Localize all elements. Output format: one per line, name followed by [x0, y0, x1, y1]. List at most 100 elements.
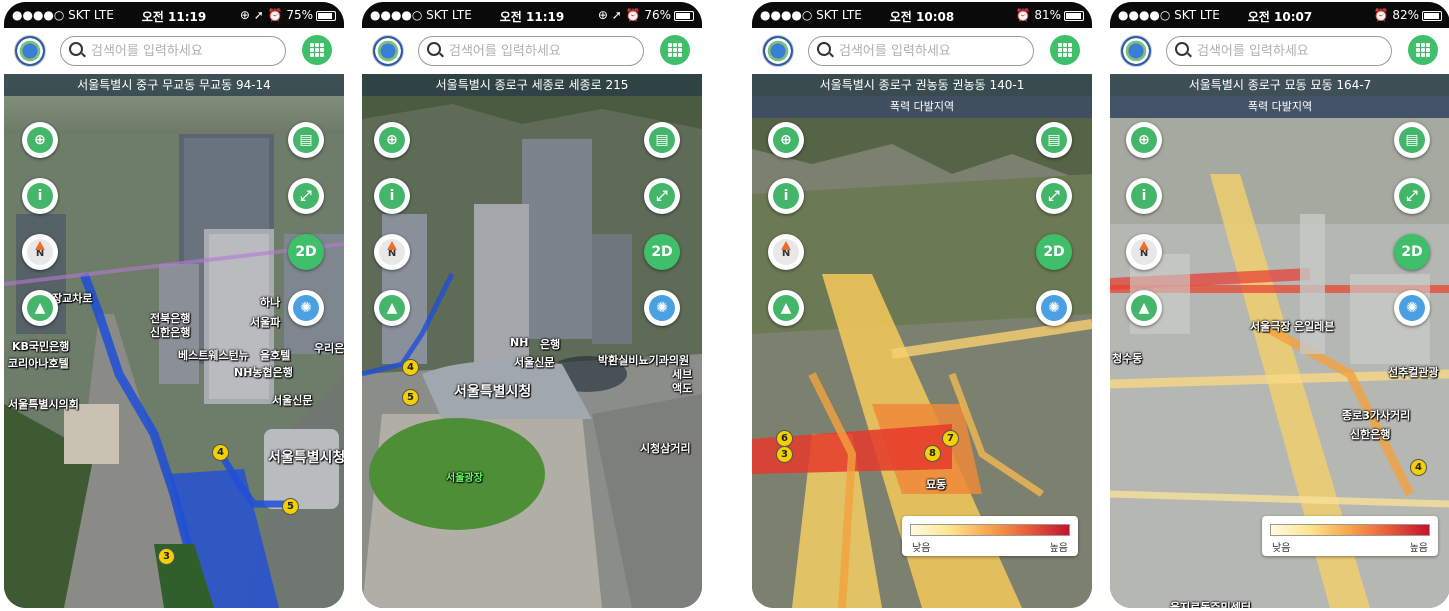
app-logo-icon[interactable]: [14, 35, 46, 67]
location-target-icon: ⊕: [773, 127, 799, 153]
battery-icon: [1422, 10, 1442, 21]
fullscreen-button[interactable]: ⤢: [644, 178, 680, 214]
search-box[interactable]: [60, 36, 286, 66]
grid-menu-icon[interactable]: [1408, 35, 1438, 65]
location-target-button[interactable]: ⊕: [374, 122, 410, 158]
shield-info-button[interactable]: i: [374, 178, 410, 214]
phone-screen-1: 장교차로 전북은행 신한은행 KB국민은행 코리아나호텔 하나 서울파 베스트웨…: [4, 2, 344, 608]
location-target-button[interactable]: ⊕: [768, 122, 804, 158]
status-icons: ⏰ 82%: [1374, 8, 1442, 22]
app-logo-icon[interactable]: [372, 35, 404, 67]
layers-button[interactable]: ▤: [288, 122, 324, 158]
compass-icon: N: [27, 239, 53, 265]
location-target-button[interactable]: ⊕: [22, 122, 58, 158]
legend-gradient: [1270, 524, 1430, 536]
subway-exit-marker[interactable]: 6: [776, 430, 793, 447]
legend-high-label: 높음: [1409, 543, 1428, 554]
search-box[interactable]: [808, 36, 1034, 66]
shield-info-button[interactable]: i: [22, 178, 58, 214]
fullscreen-button[interactable]: ⤢: [1036, 178, 1072, 214]
shield-info-button[interactable]: i: [768, 178, 804, 214]
shield-info-button[interactable]: i: [1126, 178, 1162, 214]
map-label: NH농협은행: [234, 366, 293, 379]
hiking-button[interactable]: ▲: [1126, 290, 1162, 326]
grid-menu-icon[interactable]: [660, 35, 690, 65]
grid-menu-icon[interactable]: [302, 35, 332, 65]
layers-button[interactable]: ▤: [644, 122, 680, 158]
subway-exit-marker[interactable]: 7: [942, 430, 959, 447]
search-box[interactable]: [1166, 36, 1392, 66]
toggle-2d-button[interactable]: 2D: [644, 234, 680, 270]
siren-button[interactable]: ✺: [644, 290, 680, 326]
siren-button[interactable]: ✺: [1394, 290, 1430, 326]
search-icon: [1175, 42, 1189, 56]
hiking-icon: ▲: [379, 295, 405, 321]
layers-button[interactable]: ▤: [1036, 122, 1072, 158]
search-bar: [1110, 28, 1449, 74]
phone-screen-2: NH 은행 서울신문 박환실비뇨기과의원 세브 액도 서울특별시청 시청삼거리 …: [362, 2, 702, 608]
grid-menu-icon[interactable]: [1050, 35, 1080, 65]
hiking-button[interactable]: ▲: [374, 290, 410, 326]
search-input[interactable]: [1195, 40, 1379, 62]
legend-low-label: 낮음: [1272, 543, 1291, 554]
map-label: 묘동: [926, 478, 947, 491]
status-bar: ●●●●○ SKT LTE 오전 10:08 ⏰ 81%: [752, 2, 1092, 28]
toggle-2d-button[interactable]: 2D: [1394, 234, 1430, 270]
app-logo-icon[interactable]: [762, 35, 794, 67]
map-label: KB국민은행: [12, 340, 70, 353]
location-target-button[interactable]: ⊕: [1126, 122, 1162, 158]
compass-button[interactable]: N: [768, 234, 804, 270]
map-label: NH: [510, 336, 529, 349]
app-logo-icon[interactable]: [1120, 35, 1152, 67]
layers-icon: ▤: [649, 127, 675, 153]
subway-exit-marker[interactable]: 3: [158, 548, 175, 565]
subway-exit-marker[interactable]: 4: [402, 359, 419, 376]
shield-info-icon: i: [773, 183, 799, 209]
battery-icon: [674, 10, 694, 21]
status-bar: ●●●●○ SKT LTE 오전 11:19 ⊕ ➚ ⏰ 76%: [362, 2, 702, 28]
search-input[interactable]: [89, 40, 273, 62]
siren-button[interactable]: ✺: [288, 290, 324, 326]
map-label: 은일레븐: [1294, 320, 1335, 333]
legend-low-label: 낮음: [912, 543, 931, 554]
fullscreen-button[interactable]: ⤢: [288, 178, 324, 214]
toggle-2d-button[interactable]: 2D: [1036, 234, 1072, 270]
address-bar: 서울특별시 종로구 묘동 묘동 164-7: [1110, 74, 1449, 96]
siren-button[interactable]: ✺: [1036, 290, 1072, 326]
compass-button[interactable]: N: [374, 234, 410, 270]
compass-button[interactable]: N: [1126, 234, 1162, 270]
map-label: 액도: [672, 382, 693, 395]
subway-exit-marker[interactable]: 4: [212, 444, 229, 461]
fullscreen-button[interactable]: ⤢: [1394, 178, 1430, 214]
search-input[interactable]: [447, 40, 631, 62]
hiking-button[interactable]: ▲: [22, 290, 58, 326]
subway-exit-marker[interactable]: 5: [282, 498, 299, 515]
map-view[interactable]: 장교차로 전북은행 신한은행 KB국민은행 코리아나호텔 하나 서울파 베스트웨…: [4, 74, 344, 608]
location-target-icon: ⊕: [27, 127, 53, 153]
search-box[interactable]: [418, 36, 644, 66]
compass-icon: N: [1131, 239, 1157, 265]
subway-exit-marker[interactable]: 8: [924, 445, 941, 462]
location-target-icon: ⊕: [379, 127, 405, 153]
siren-icon: ✺: [1399, 295, 1425, 321]
search-input[interactable]: [837, 40, 1021, 62]
shield-info-icon: i: [379, 183, 405, 209]
heatmap-legend: 낮음 높음: [1262, 516, 1438, 556]
compass-icon: N: [773, 239, 799, 265]
layers-button[interactable]: ▤: [1394, 122, 1430, 158]
battery-icon: [1064, 10, 1084, 21]
compass-button[interactable]: N: [22, 234, 58, 270]
map-label: 서울광장: [446, 473, 483, 484]
toggle-2d-button[interactable]: 2D: [288, 234, 324, 270]
subway-exit-marker[interactable]: 3: [776, 446, 793, 463]
siren-icon: ✺: [293, 295, 319, 321]
subway-exit-marker[interactable]: 4: [1410, 459, 1427, 476]
siren-icon: ✺: [1041, 295, 1067, 321]
hazard-zone-bar: 폭력 다발지역: [1110, 96, 1449, 118]
map-label: 서울특별시청: [454, 384, 532, 400]
subway-exit-marker[interactable]: 5: [402, 389, 419, 406]
map-label: 서울신문: [272, 394, 313, 407]
hiking-button[interactable]: ▲: [768, 290, 804, 326]
phone-screen-3: 묘동 6 3 7 8 ●●●●○ SKT LTE 오전 10:08 ⏰ 81% …: [752, 2, 1092, 608]
status-bar: ●●●●○ SKT LTE 오전 10:07 ⏰ 82%: [1110, 2, 1449, 28]
